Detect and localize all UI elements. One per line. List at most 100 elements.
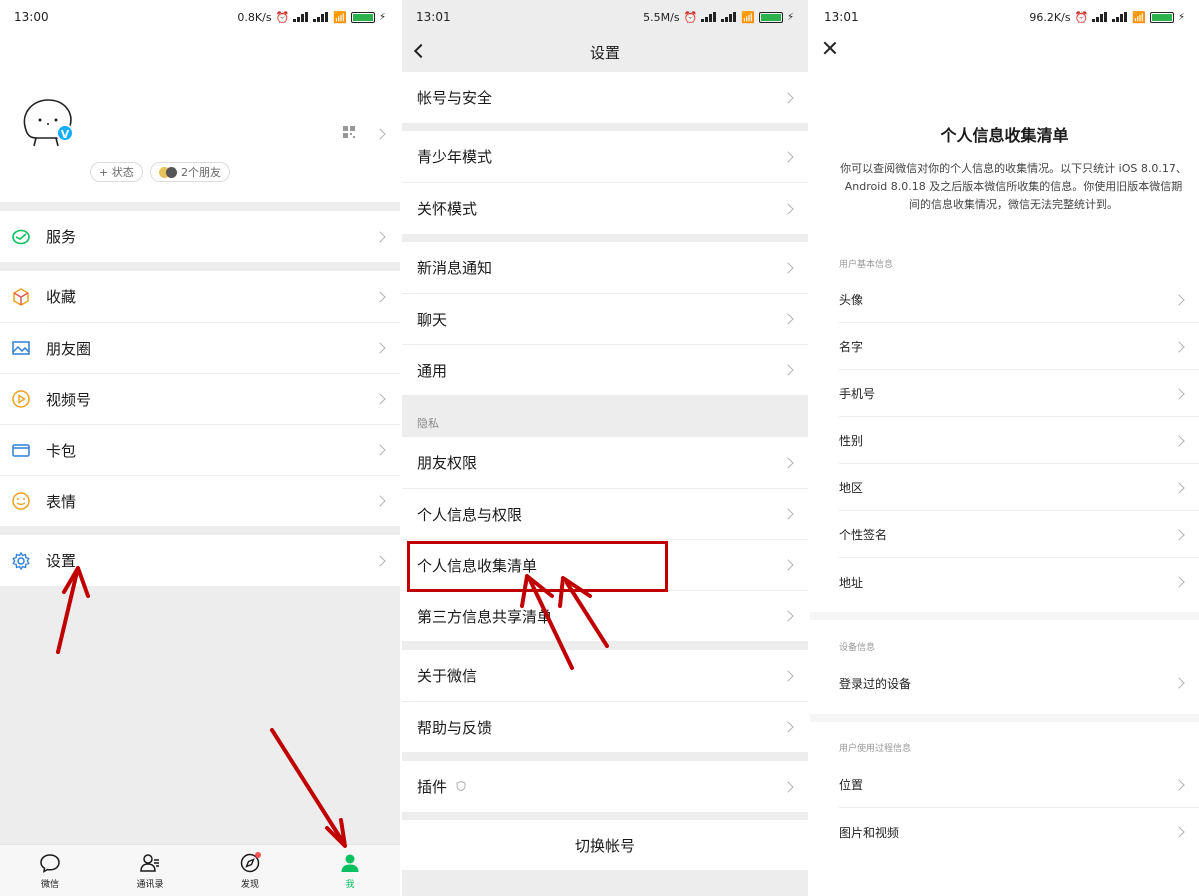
friend-avatars-icon [159, 166, 177, 178]
chevron-right-icon [1173, 293, 1185, 306]
chevron-right-icon [374, 444, 386, 456]
chevron-right-icon [374, 393, 386, 405]
info-item-avatar[interactable]: 头像 [839, 277, 1199, 323]
settings-item-care-mode[interactable]: 关怀模式 [402, 183, 808, 234]
settings-item-friend-permissions[interactable]: 朋友权限 [402, 437, 808, 488]
battery-icon [758, 11, 783, 23]
chevron-right-icon [782, 780, 794, 793]
tab-contacts[interactable]: 通讯录 [100, 845, 200, 896]
status-chip[interactable]: + 状态 [90, 162, 143, 182]
alarm-icon: ⏰ [275, 10, 290, 24]
info-item-signature[interactable]: 个性签名 [839, 512, 1199, 558]
info-item-address[interactable]: 地址 [839, 559, 1199, 605]
menu-item-settings[interactable]: 设置 [0, 535, 400, 586]
tab-discover[interactable]: 发现 [200, 845, 300, 896]
status-bar: 13:00 0.8K/s ⏰ 📶 ⚡ [0, 0, 400, 34]
settings-item-help-feedback[interactable]: 帮助与反馈 [402, 702, 808, 752]
profile-card[interactable]: V + 状态 2个朋友 [0, 34, 400, 202]
menu-item-stickers[interactable]: 表情 [0, 476, 400, 526]
chat-icon [40, 853, 60, 873]
smile-icon [12, 492, 30, 510]
switch-account-button[interactable]: 切换帐号 [402, 820, 808, 870]
me-panel: 13:00 0.8K/s ⏰ 📶 ⚡ V + 状态 2个朋友 服务 收藏 朋友圈… [0, 0, 400, 896]
status-bar: 13:01 5.5M/s ⏰ 📶 ⚡ [402, 0, 808, 34]
chevron-right-icon [1173, 481, 1185, 494]
alarm-icon: ⏰ [683, 10, 698, 24]
status-time: 13:00 [14, 10, 49, 24]
contacts-icon [140, 853, 159, 872]
wifi-icon: 📶 [741, 10, 755, 24]
bottom-tab-bar: 微信 通讯录 发现 我 [0, 844, 400, 896]
chevron-right-icon [782, 364, 794, 376]
friends-chip[interactable]: 2个朋友 [150, 162, 230, 182]
alarm-icon: ⏰ [1074, 10, 1089, 24]
chevron-right-icon [374, 128, 386, 140]
settings-item-plugins[interactable]: 插件 [402, 761, 808, 812]
screenshot-root: 13:00 0.8K/s ⏰ 📶 ⚡ V + 状态 2个朋友 服务 收藏 朋友圈… [0, 0, 1199, 896]
avatar[interactable] [18, 94, 76, 152]
menu-item-favorites[interactable]: 收藏 [0, 271, 400, 322]
cube-icon [13, 287, 29, 306]
settings-item-chat[interactable]: 聊天 [402, 294, 808, 344]
tab-me[interactable]: 我 [300, 845, 400, 896]
settings-item-personal-info-permissions[interactable]: 个人信息与权限 [402, 489, 808, 539]
chevron-right-icon [1173, 528, 1185, 541]
status-time: 13:01 [416, 10, 451, 24]
tab-chats[interactable]: 微信 [0, 845, 100, 896]
info-item-photos-videos[interactable]: 图片和视频 [839, 809, 1199, 855]
wifi-icon: 📶 [1132, 10, 1146, 24]
settings-item-general[interactable]: 通用 [402, 345, 808, 395]
settings-item-third-party-sharing-list[interactable]: 第三方信息共享清单 [402, 591, 808, 641]
menu-item-services[interactable]: 服务 [0, 211, 400, 262]
close-icon[interactable] [822, 40, 838, 56]
signal-icon [1092, 12, 1108, 22]
info-item-phone[interactable]: 手机号 [839, 371, 1199, 417]
page-title: 个人信息收集清单 [940, 126, 1069, 145]
signal-icon [701, 12, 717, 22]
info-item-region[interactable]: 地区 [839, 465, 1199, 511]
chevron-right-icon [374, 554, 386, 567]
gear-icon [12, 551, 30, 570]
person-icon [341, 854, 359, 872]
verified-badge: V [56, 124, 74, 142]
chevron-right-icon [1173, 340, 1185, 353]
chevron-right-icon [374, 495, 386, 507]
page-title: 设置 [589, 44, 620, 62]
chevron-right-icon [1173, 677, 1185, 689]
chevron-right-icon [782, 669, 794, 682]
qr-code-icon[interactable] [343, 126, 355, 138]
chevron-right-icon [782, 91, 794, 104]
chevron-right-icon [782, 150, 794, 163]
chevron-right-icon [1173, 778, 1185, 791]
settings-item-account[interactable]: 帐号与安全 [402, 72, 808, 123]
settings-item-notifications[interactable]: 新消息通知 [402, 242, 808, 293]
chevron-right-icon [1173, 434, 1185, 447]
card-icon [12, 444, 30, 457]
signal-icon [721, 12, 737, 22]
info-item-gender[interactable]: 性别 [839, 418, 1199, 464]
network-speed: 5.5M/s [643, 10, 680, 24]
chevron-right-icon [782, 313, 794, 325]
shield-icon [456, 781, 466, 791]
status-time: 13:01 [824, 10, 859, 24]
signal-icon [313, 12, 329, 22]
battery-icon [1149, 11, 1174, 23]
info-item-name[interactable]: 名字 [839, 324, 1199, 370]
settings-item-about[interactable]: 关于微信 [402, 650, 808, 701]
description-text: 你可以查阅微信对你的个人信息的收集情况。以下只统计 iOS 8.0.17、And… [840, 162, 1187, 211]
signal-icon [1112, 12, 1128, 22]
chevron-right-icon [782, 559, 794, 571]
chevron-right-icon [374, 230, 386, 243]
menu-item-channels[interactable]: 视频号 [0, 374, 400, 424]
chevron-right-icon [374, 290, 386, 303]
menu-item-moments[interactable]: 朋友圈 [0, 323, 400, 373]
back-arrow-icon[interactable] [413, 43, 429, 59]
info-item-location[interactable]: 位置 [839, 762, 1199, 808]
chevron-right-icon [782, 261, 794, 274]
menu-item-card-pack[interactable]: 卡包 [0, 425, 400, 475]
info-item-login-devices[interactable]: 登录过的设备 [839, 660, 1199, 706]
play-icon [12, 390, 30, 408]
chevron-right-icon [374, 342, 386, 354]
signal-icon [293, 12, 309, 22]
settings-item-teen-mode[interactable]: 青少年模式 [402, 131, 808, 182]
